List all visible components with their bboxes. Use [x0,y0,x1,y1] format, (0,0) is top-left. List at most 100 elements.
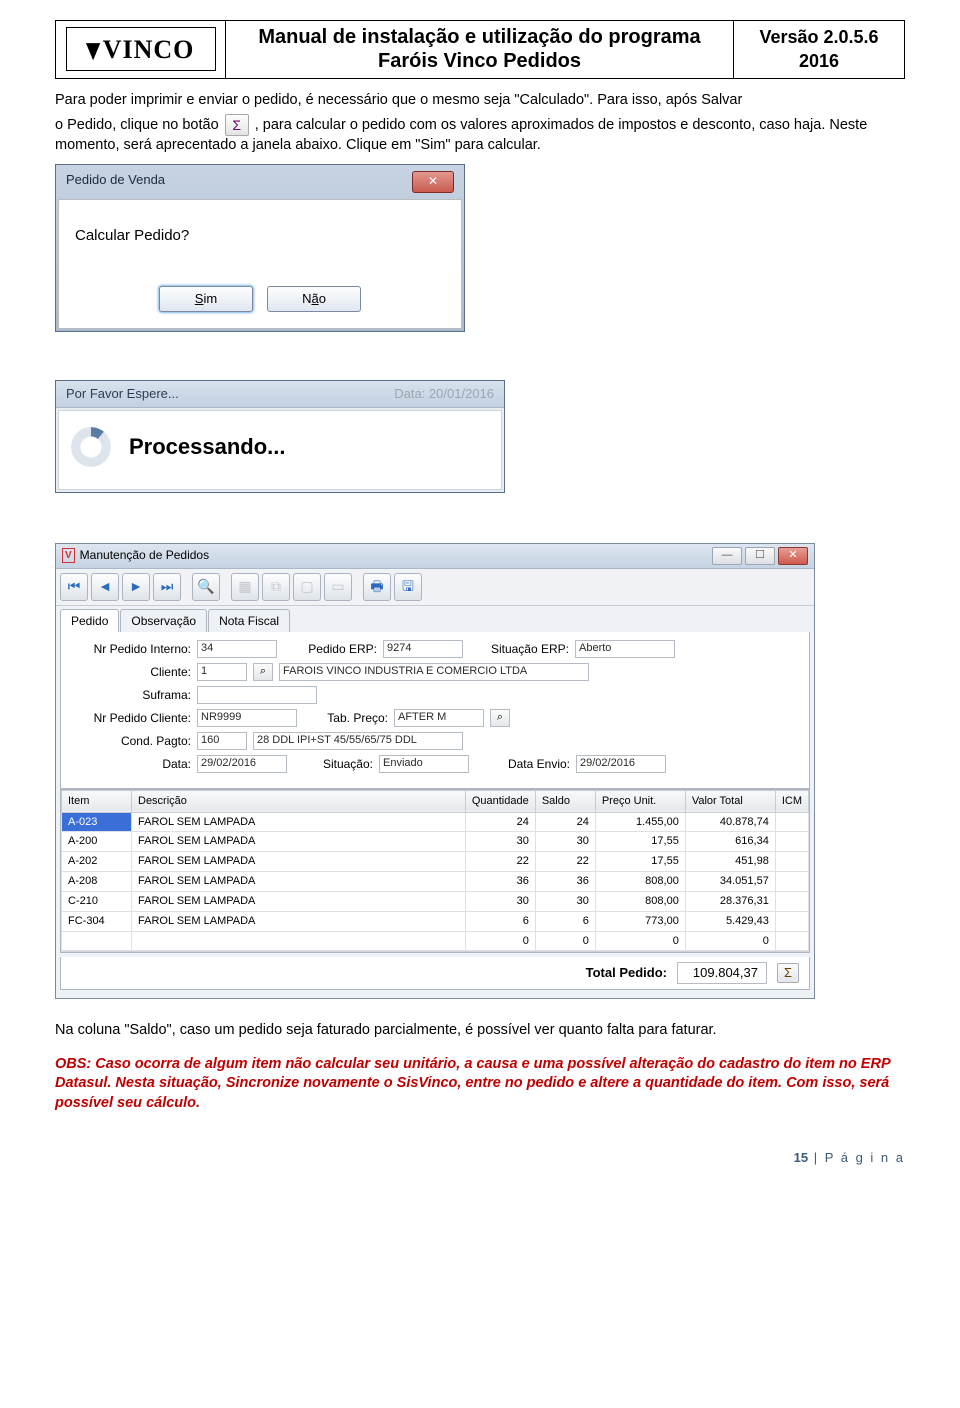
cell-total: 5.429,43 [685,911,775,931]
close-icon[interactable]: ✕ [412,171,454,193]
col-unit: Preço Unit. [595,790,685,812]
val-nr-pedido-interno[interactable]: 34 [197,640,277,658]
minimize-icon[interactable]: — [712,547,742,565]
window-title-text: Manutenção de Pedidos [80,547,209,563]
cell-saldo: 24 [535,812,595,832]
table-row[interactable]: FC-304FAROL SEM LAMPADA66773,005.429,43 [62,911,809,931]
val-cliente-cod[interactable]: 1 [197,663,247,681]
dialog-titlebar: Pedido de Venda ✕ [58,167,462,199]
table-row[interactable]: A-202FAROL SEM LAMPADA222217,55451,98 [62,852,809,872]
cell-total: 0 [685,931,775,951]
close-window-icon[interactable]: ✕ [778,547,808,565]
lbl-tab-preco: Tab. Preço: [303,710,388,726]
val-cond-pagto-cod[interactable]: 160 [197,732,247,750]
total-value: 109.804,37 [677,962,767,984]
logo-arrow-icon: ▾ [87,28,101,70]
first-icon[interactable]: ⏮ [60,573,88,601]
form-area: Nr Pedido Interno: 34 Pedido ERP: 9274 S… [60,632,810,789]
page-footer: 15 | P á g i n a [55,1149,905,1167]
print-icon[interactable]: 🖶 [363,573,391,601]
table-row[interactable]: 0000 [62,931,809,951]
cell-qtd: 6 [465,911,535,931]
vinco-logo: ▾ VINCO [66,27,216,71]
cell-item: A-208 [62,872,132,892]
nao-button[interactable]: Não [267,286,361,312]
val-nr-pedido-cliente[interactable]: NR9999 [197,709,297,727]
cell-icm [775,812,808,832]
cell-item: A-202 [62,852,132,872]
table-row[interactable]: A-023FAROL SEM LAMPADA24241.455,0040.878… [62,812,809,832]
sum-icon[interactable]: Σ [777,963,799,983]
items-table: Item Descrição Quantidade Saldo Preço Un… [61,790,809,952]
lbl-nr-pedido-interno: Nr Pedido Interno: [73,641,191,657]
cell-unit: 0 [595,931,685,951]
lookup-cliente-icon[interactable]: ⌕ [253,663,273,681]
tab-pedido[interactable]: Pedido [60,609,119,632]
maximize-icon[interactable]: ☐ [745,547,775,565]
cell-saldo: 6 [535,911,595,931]
doc-version: Versão 2.0.5.6 2016 [734,21,904,78]
lookup-tab-preco-icon[interactable]: ⌕ [490,709,510,727]
copy-icon[interactable]: ▭ [324,573,352,601]
cell-icm [775,852,808,872]
cell-saldo: 0 [535,931,595,951]
cell-desc: FAROL SEM LAMPADA [132,891,466,911]
dialog-calcular-pedido: Pedido de Venda ✕ Calcular Pedido? Sim N… [55,164,465,332]
cell-unit: 17,55 [595,832,685,852]
dialog-buttons: Sim Não [75,286,445,312]
paragraph-2: o Pedido, clique no botão Σ , para calcu… [55,114,905,156]
page-text: | P á g i n a [808,1150,905,1165]
cell-total: 28.376,31 [685,891,775,911]
val-cond-pagto-desc[interactable]: 28 DDL IPI+ST 45/55/65/75 DDL [253,732,463,750]
lbl-situacao-erp: Situação ERP: [469,641,569,657]
window-titlebar: V Manutenção de Pedidos — ☐ ✕ [56,544,814,569]
val-situacao-erp[interactable]: Aberto [575,640,675,658]
window-title: V Manutenção de Pedidos [62,547,209,563]
val-data[interactable]: 29/02/2016 [197,755,287,773]
cell-icm [775,911,808,931]
cell-item: C-210 [62,891,132,911]
cell-desc: FAROL SEM LAMPADA [132,852,466,872]
cell-unit: 1.455,00 [595,812,685,832]
cell-unit: 808,00 [595,891,685,911]
delete-icon[interactable]: ▢ [293,573,321,601]
doc-title: Manual de instalação e utilização do pro… [226,21,734,78]
table-row[interactable]: C-210FAROL SEM LAMPADA3030808,0028.376,3… [62,891,809,911]
cell-qtd: 0 [465,931,535,951]
prev-icon[interactable]: ◄ [91,573,119,601]
cell-item: FC-304 [62,911,132,931]
version-line2: 2016 [799,49,839,73]
val-tab-preco[interactable]: AFTER M [394,709,484,727]
processing-title: Por Favor Espere... [66,385,179,403]
table-row[interactable]: A-208FAROL SEM LAMPADA3636808,0034.051,5… [62,872,809,892]
total-label: Total Pedido: [586,964,667,982]
val-pedido-erp[interactable]: 9274 [383,640,463,658]
tab-nota-fiscal[interactable]: Nota Fiscal [208,609,290,632]
new-icon[interactable]: ▦ [231,573,259,601]
cell-saldo: 30 [535,832,595,852]
cell-qtd: 30 [465,891,535,911]
lbl-data: Data: [73,756,191,772]
tab-observacao[interactable]: Observação [120,609,207,632]
table-row[interactable]: A-200FAROL SEM LAMPADA303017,55616,34 [62,832,809,852]
find-icon[interactable]: 🔍 [192,573,220,601]
sim-button[interactable]: Sim [159,286,253,312]
col-total: Valor Total [685,790,775,812]
edit-icon[interactable]: ⧉ [262,573,290,601]
cell-desc [132,931,466,951]
val-suframa[interactable] [197,686,317,704]
cell-saldo: 36 [535,872,595,892]
cell-item [62,931,132,951]
tabs: Pedido Observação Nota Fiscal [56,606,814,632]
dialog-processing: Por Favor Espere... Data: 20/01/2016 Pro… [55,380,505,493]
lbl-cliente: Cliente: [73,664,191,680]
val-data-envio[interactable]: 29/02/2016 [576,755,666,773]
save-icon[interactable]: 🖫 [394,573,422,601]
cell-desc: FAROL SEM LAMPADA [132,832,466,852]
dialog-message: Calcular Pedido? [75,226,445,246]
lbl-situacao: Situação: [293,756,373,772]
val-cliente-nome[interactable]: FAROIS VINCO INDUSTRIA E COMERCIO LTDA [279,663,589,681]
last-icon[interactable]: ⏭ [153,573,181,601]
val-situacao[interactable]: Enviado [379,755,469,773]
next-icon[interactable]: ► [122,573,150,601]
